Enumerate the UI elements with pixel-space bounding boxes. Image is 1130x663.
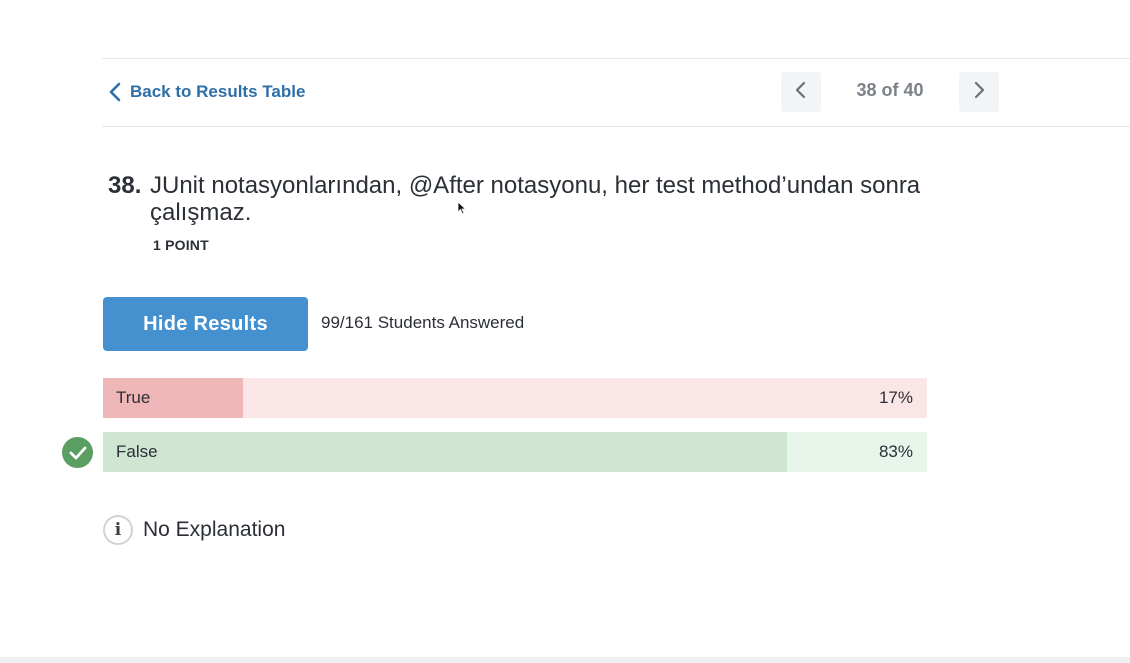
top-divider <box>102 58 1130 59</box>
answer-bar-fill <box>103 432 787 472</box>
back-link-label: Back to Results Table <box>130 82 306 101</box>
previous-question-button[interactable] <box>781 72 821 112</box>
mouse-cursor-icon <box>457 201 467 215</box>
answer-label: True <box>116 388 151 407</box>
hide-results-button[interactable]: Hide Results <box>103 297 308 351</box>
top-strip <box>0 0 1130 58</box>
question-points: 1 POINT <box>153 237 209 253</box>
question-number: 38. <box>108 172 142 199</box>
chevron-left-icon <box>108 81 126 103</box>
info-icon: i <box>103 515 133 545</box>
bottom-edge <box>0 657 1130 663</box>
back-to-results-link[interactable]: Back to Results Table <box>108 79 305 105</box>
answer-bar-false: False 83% <box>103 432 927 472</box>
answer-bar-true: True 17% <box>103 378 927 418</box>
explanation-text: No Explanation <box>143 518 286 541</box>
check-circle-icon <box>62 437 93 468</box>
answer-percent: 17% <box>878 388 913 407</box>
answer-percent: 83% <box>878 442 913 461</box>
answer-label: False <box>116 442 158 461</box>
next-question-button[interactable] <box>959 72 999 112</box>
chevron-left-icon <box>794 80 808 105</box>
nav-divider <box>102 126 1130 127</box>
students-answered-count: 99/161 Students Answered <box>321 313 525 332</box>
question-text: JUnit notasyonlarından, @After notasyonu… <box>150 172 921 226</box>
chevron-right-icon <box>972 80 986 105</box>
question-pager-label: 38 of 40 <box>856 80 924 100</box>
